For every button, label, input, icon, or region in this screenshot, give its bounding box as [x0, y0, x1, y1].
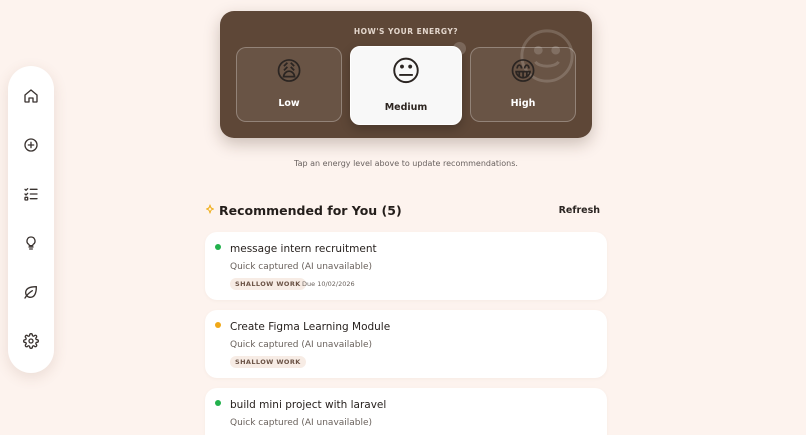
exhausted-face-icon: 😩	[275, 57, 303, 87]
checklist-icon	[24, 188, 38, 201]
sidebar	[8, 66, 54, 373]
status-dot	[215, 322, 221, 328]
task-title: message intern recruitment	[230, 243, 377, 255]
energy-option-low[interactable]: 😩 Low	[236, 47, 342, 122]
recommended-title: Recommended for You (5)	[219, 203, 402, 218]
sidebar-item-settings[interactable]	[17, 327, 45, 355]
sidebar-item-home[interactable]	[17, 82, 45, 110]
lightbulb-icon	[26, 236, 36, 250]
energy-option-label: Low	[278, 98, 300, 109]
sparkle-icon	[205, 204, 215, 214]
task-subtitle: Quick captured (AI unavailable)	[230, 340, 373, 350]
sidebar-item-wellbeing[interactable]	[17, 278, 45, 306]
plus-circle-icon	[24, 138, 38, 152]
task-subtitle: Quick captured (AI unavailable)	[230, 418, 373, 428]
due-date: Due 10/02/2026	[302, 280, 355, 288]
refresh-button[interactable]: Refresh	[559, 205, 600, 216]
status-dot	[215, 400, 221, 406]
grinning-face-icon: 😁	[509, 57, 537, 87]
sidebar-item-add[interactable]	[17, 131, 45, 159]
energy-hint-text: Tap an energy level above to update reco…	[294, 159, 518, 168]
task-title: Create Figma Learning Module	[230, 321, 391, 333]
sidebar-item-tasks[interactable]	[17, 180, 45, 208]
leaf-icon	[24, 286, 37, 299]
home-icon	[24, 89, 38, 103]
recommended-header: Recommended for You (5) Refresh	[204, 203, 604, 219]
task-card[interactable]: Create Figma Learning Module Quick captu…	[205, 310, 607, 378]
energy-title: HOW'S YOUR ENERGY?	[353, 27, 459, 36]
energy-option-high[interactable]: 😁 High	[470, 47, 576, 122]
task-card[interactable]: build mini project with laravel Quick ca…	[205, 388, 607, 435]
energy-selector-panel: HOW'S YOUR ENERGY? 😩 Low 😐 Medium 😁 High	[220, 11, 592, 138]
neutral-face-icon: 😐	[390, 54, 422, 88]
status-dot	[215, 244, 221, 250]
sidebar-item-ideas[interactable]	[17, 229, 45, 257]
gear-icon	[23, 333, 39, 349]
task-card[interactable]: message intern recruitment Quick capture…	[205, 232, 607, 300]
energy-option-label: High	[510, 98, 536, 109]
task-title: build mini project with laravel	[230, 399, 387, 411]
task-subtitle: Quick captured (AI unavailable)	[230, 262, 373, 272]
energy-option-medium[interactable]: 😐 Medium	[350, 46, 462, 125]
work-type-badge: SHALLOW WORK	[230, 356, 306, 368]
energy-option-label: Medium	[384, 102, 428, 113]
work-type-badge: SHALLOW WORK	[230, 278, 306, 290]
